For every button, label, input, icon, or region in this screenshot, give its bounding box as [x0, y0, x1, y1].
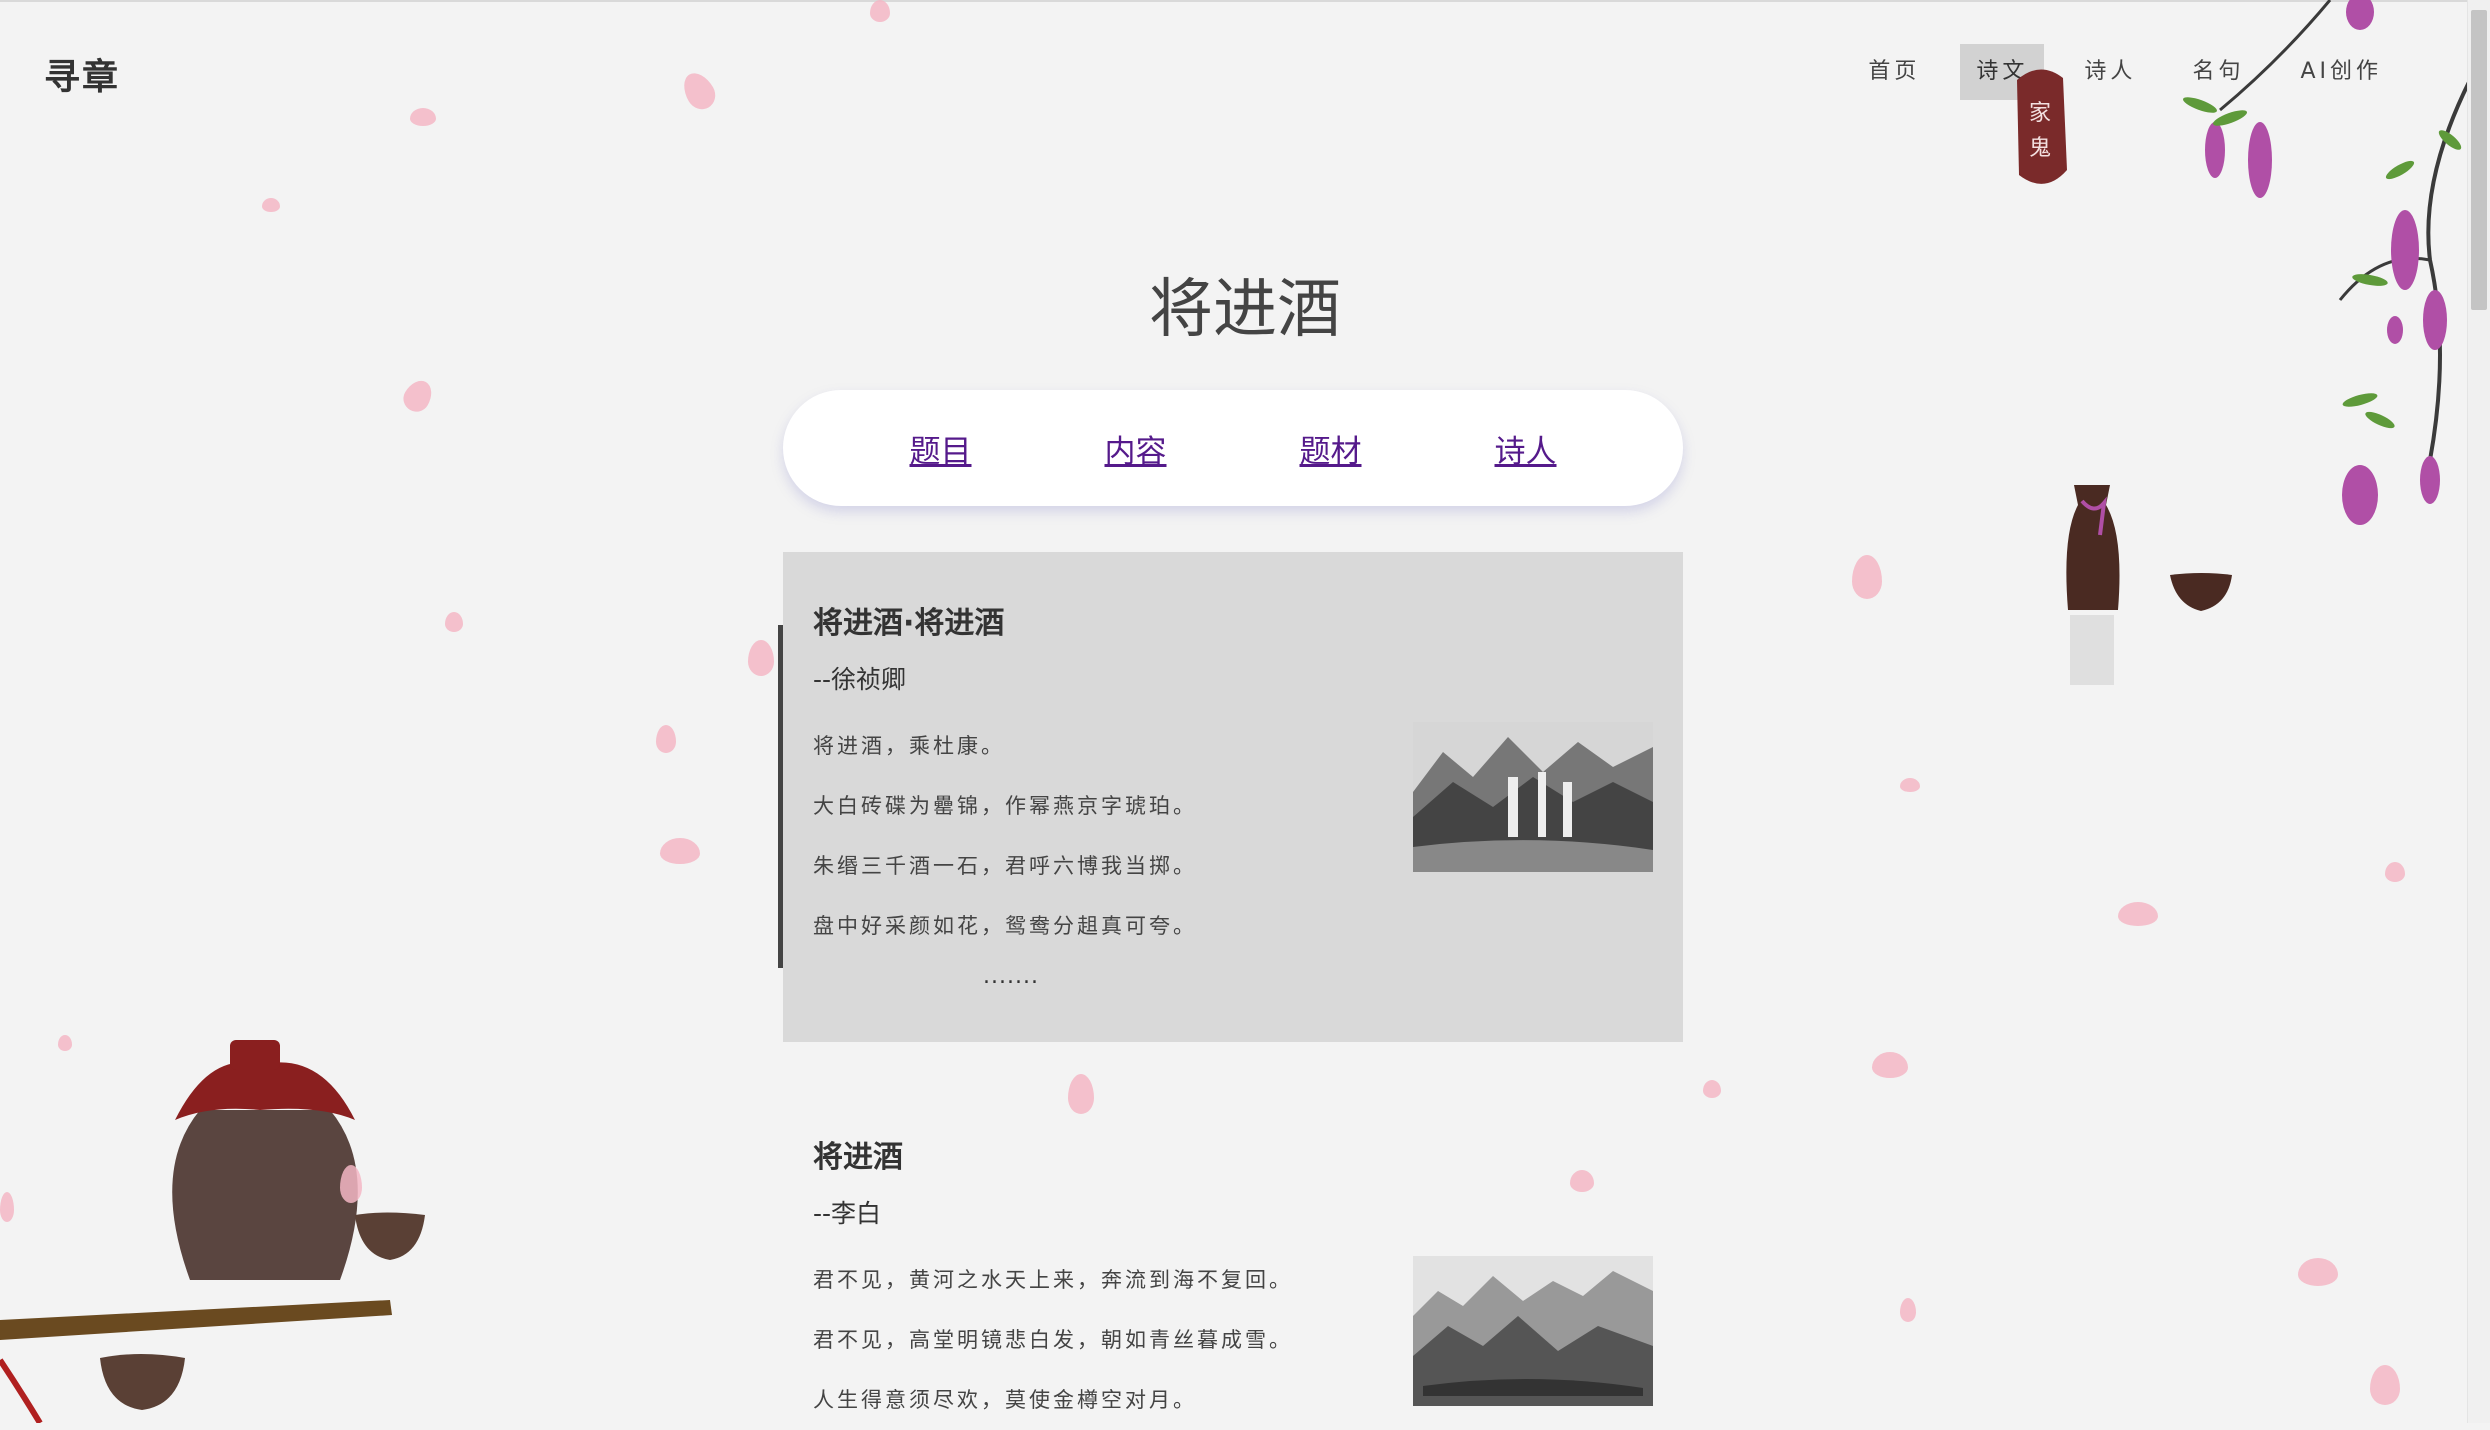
seal-stamp-decoration: 家 鬼 [2017, 69, 2067, 184]
top-border [0, 0, 2490, 2]
scrollbar-thumb[interactable] [2471, 10, 2487, 310]
petal-decoration [1872, 1052, 1908, 1078]
petal-decoration [660, 838, 700, 864]
petal-decoration [2370, 1365, 2400, 1405]
petal-decoration [656, 725, 676, 753]
petal-decoration [340, 1165, 362, 1203]
petal-decoration [870, 0, 890, 22]
petal-decoration [1703, 1080, 1721, 1098]
tab-theme[interactable]: 题材 [1300, 426, 1362, 471]
petal-decoration [410, 108, 436, 126]
tab-title[interactable]: 题目 [910, 426, 972, 471]
landscape-painting-image [1413, 722, 1653, 872]
petal-decoration [2118, 902, 2158, 926]
poem-line: 盘中好采颜如花，鸳鸯分趄真可夸。 [813, 914, 1197, 938]
poem-card[interactable]: 将进酒 --李白 君不见，黄河之水天上来，奔流到海不复回。 君不见，高堂明镜悲白… [783, 1090, 1683, 1430]
petal-decoration [398, 375, 438, 417]
petal-decoration [2385, 862, 2405, 882]
petal-decoration [1852, 555, 1882, 599]
tab-poet[interactable]: 诗人 [1495, 426, 1557, 471]
poem-title[interactable]: 将进酒 [813, 1132, 1653, 1176]
petal-decoration [445, 612, 463, 632]
petal-decoration [748, 640, 774, 676]
petal-decoration [0, 1192, 14, 1222]
tab-content[interactable]: 内容 [1105, 426, 1167, 471]
petal-decoration [1900, 1298, 1916, 1322]
svg-text:鬼: 鬼 [2029, 136, 2051, 161]
petal-decoration [58, 1035, 72, 1051]
page-title: 将进酒 [1149, 272, 1341, 347]
search-category-tabs: 题目 内容 题材 诗人 [783, 390, 1683, 506]
wine-jar-decoration [0, 1040, 425, 1423]
nav-item-home[interactable]: 首页 [1852, 44, 1936, 100]
landscape-painting-image [1413, 1256, 1653, 1406]
wine-bottle-decoration [2066, 485, 2232, 685]
petal-decoration [2298, 1258, 2338, 1286]
petal-decoration [677, 67, 721, 115]
poem-title[interactable]: 将进酒·将进酒 [813, 598, 1653, 642]
page-scrollbar[interactable] [2467, 0, 2490, 1423]
poem-more-ellipsis: ....... [983, 964, 1039, 989]
site-logo[interactable]: 寻章 [44, 48, 120, 100]
poem-card[interactable]: 将进酒·将进酒 --徐祯卿 将进酒，乘杜康。 大白砖碟为罍锦，作幂燕京字琥珀。 … [783, 552, 1683, 1042]
poem-author: --徐祯卿 [813, 665, 907, 694]
petal-decoration [262, 198, 280, 212]
petal-decoration [1900, 778, 1920, 792]
svg-text:家: 家 [2029, 101, 2051, 126]
poem-author: --李白 [813, 1199, 882, 1228]
